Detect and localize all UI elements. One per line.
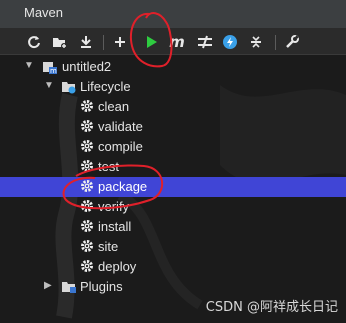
goal-label: test: [98, 159, 119, 174]
svg-text:m: m: [50, 67, 57, 75]
tool-window-header: Maven: [0, 0, 346, 29]
maven-goal-icon[interactable]: m: [168, 33, 186, 51]
run-icon[interactable]: [143, 33, 161, 51]
gear-icon: [80, 99, 96, 115]
collapse-arrow-icon[interactable]: ▶: [44, 280, 52, 291]
goal-validate[interactable]: validate: [0, 117, 346, 137]
goal-clean[interactable]: clean: [0, 97, 346, 117]
gear-icon: [80, 219, 96, 235]
goal-label: clean: [98, 99, 130, 114]
maven-toolbar: m: [0, 29, 346, 55]
goal-label: site: [98, 239, 119, 254]
project-name: untitled2: [62, 59, 112, 74]
lifecycle-label: Lifecycle: [80, 79, 131, 94]
goal-label: install: [98, 219, 132, 234]
tree-row-plugins[interactable]: ▶ Plugins: [0, 277, 346, 297]
collapse-icon[interactable]: [247, 33, 265, 51]
goal-verify[interactable]: verify: [0, 197, 346, 217]
toolbar-separator: [275, 35, 276, 50]
add-icon[interactable]: [111, 33, 129, 51]
gear-icon: [80, 199, 96, 215]
gear-icon: [80, 239, 96, 255]
goal-test[interactable]: test: [0, 157, 346, 177]
goal-deploy[interactable]: deploy: [0, 257, 346, 277]
add-folder-icon[interactable]: [51, 33, 69, 51]
goal-label: package: [98, 179, 148, 194]
plugins-label: Plugins: [80, 279, 123, 294]
maven-project-icon: m: [42, 59, 58, 75]
gear-icon: [80, 259, 96, 275]
skip-tests-icon[interactable]: [196, 33, 214, 51]
reload-icon[interactable]: [25, 33, 43, 51]
download-icon[interactable]: [77, 33, 95, 51]
goal-install[interactable]: install: [0, 217, 346, 237]
goal-label: verify: [98, 199, 130, 214]
gear-icon: [80, 179, 96, 195]
plugins-folder-icon: [61, 279, 77, 295]
maven-project-tree: ▼ m untitled2 ▼ Lifecycle clean validate…: [0, 55, 346, 323]
settings-wrench-icon[interactable]: [283, 33, 301, 51]
goal-compile[interactable]: compile: [0, 137, 346, 157]
expand-arrow-icon[interactable]: ▼: [24, 60, 34, 71]
gear-icon: [80, 159, 96, 175]
goal-label: validate: [98, 119, 143, 134]
tree-row-lifecycle[interactable]: ▼ Lifecycle: [0, 77, 346, 97]
goal-label: compile: [98, 139, 143, 154]
lifecycle-folder-icon: [61, 79, 77, 95]
offline-icon[interactable]: [221, 33, 239, 51]
gear-icon: [80, 139, 96, 155]
toolbar-separator: [103, 35, 104, 50]
window-title: Maven: [24, 5, 64, 20]
goal-site[interactable]: site: [0, 237, 346, 257]
gear-icon: [80, 119, 96, 135]
tree-row-project[interactable]: ▼ m untitled2: [0, 57, 346, 77]
goal-label: deploy: [98, 259, 137, 274]
watermark: CSDN @阿祥成长日记: [205, 300, 338, 315]
expand-arrow-icon[interactable]: ▼: [44, 80, 54, 91]
goal-package[interactable]: package: [0, 177, 346, 197]
